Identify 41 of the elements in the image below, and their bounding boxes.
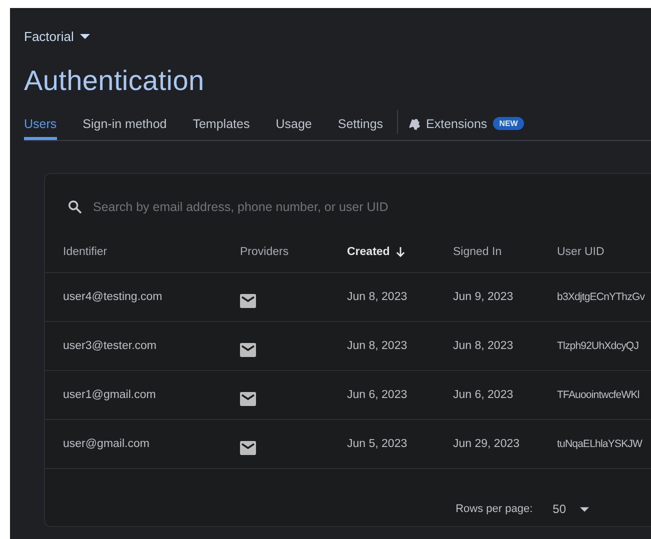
table-cell: Tlzph92UhXdcyQJ xyxy=(557,340,639,352)
table-cell: user4@testing.com xyxy=(63,291,162,303)
envelope-icon xyxy=(240,441,256,455)
project-name[interactable]: Factorial xyxy=(24,28,74,44)
envelope-icon xyxy=(240,392,256,406)
search-field[interactable]: Search by email address, phone number, or user UID xyxy=(91,199,495,215)
table-cell: Jun 29, 2023 xyxy=(453,438,520,450)
table-cell: Jun 8, 2023 xyxy=(347,340,408,352)
tab[interactable]: Sign-in method xyxy=(82,110,167,140)
table-cell: Jun 9, 2023 xyxy=(453,291,514,303)
sort-arrow-icon[interactable] xyxy=(396,246,405,258)
column-header[interactable]: Identifier xyxy=(63,246,108,258)
table-cell: Jun 6, 2023 xyxy=(347,389,408,401)
table-cell: Jun 8, 2023 xyxy=(347,291,408,303)
table-cell: user@gmail.com xyxy=(63,438,150,450)
table-cell: Jun 8, 2023 xyxy=(453,340,514,352)
caret-icon[interactable] xyxy=(80,34,90,38)
column-header[interactable]: User UID xyxy=(557,246,604,258)
envelope-icon xyxy=(240,294,256,308)
column-header[interactable]: Created xyxy=(347,246,390,258)
column-header[interactable]: Signed In xyxy=(453,246,502,258)
rows-per-page-label: Rows per page: xyxy=(456,503,533,515)
column-header[interactable]: Providers xyxy=(240,246,289,258)
page-title: Authentication xyxy=(24,64,206,98)
table-cell: Jun 5, 2023 xyxy=(347,438,408,450)
tab[interactable]: Usage xyxy=(276,110,312,140)
table-cell: user3@tester.com xyxy=(63,340,156,352)
tab[interactable]: Settings xyxy=(338,110,384,140)
puzzle-icon xyxy=(408,116,422,130)
envelope-icon xyxy=(240,343,256,357)
caret-icon[interactable] xyxy=(580,506,589,512)
rows-per-page-select[interactable]: 50 xyxy=(552,502,589,516)
table-cell: Jun 6, 2023 xyxy=(453,389,514,401)
table-cell: b3XdjtgECnYThzGv xyxy=(557,291,645,303)
tab[interactable]: Users xyxy=(24,110,57,140)
tab[interactable]: Templates xyxy=(192,110,250,140)
table-cell: TFAuoointwcfeWKl xyxy=(557,389,640,401)
table-cell: tuNqaELhlaYSKJW xyxy=(557,438,642,450)
tab[interactable]: Extensions NEW xyxy=(408,110,524,140)
search-icon xyxy=(67,199,83,215)
table-cell: user1@gmail.com xyxy=(63,389,156,401)
